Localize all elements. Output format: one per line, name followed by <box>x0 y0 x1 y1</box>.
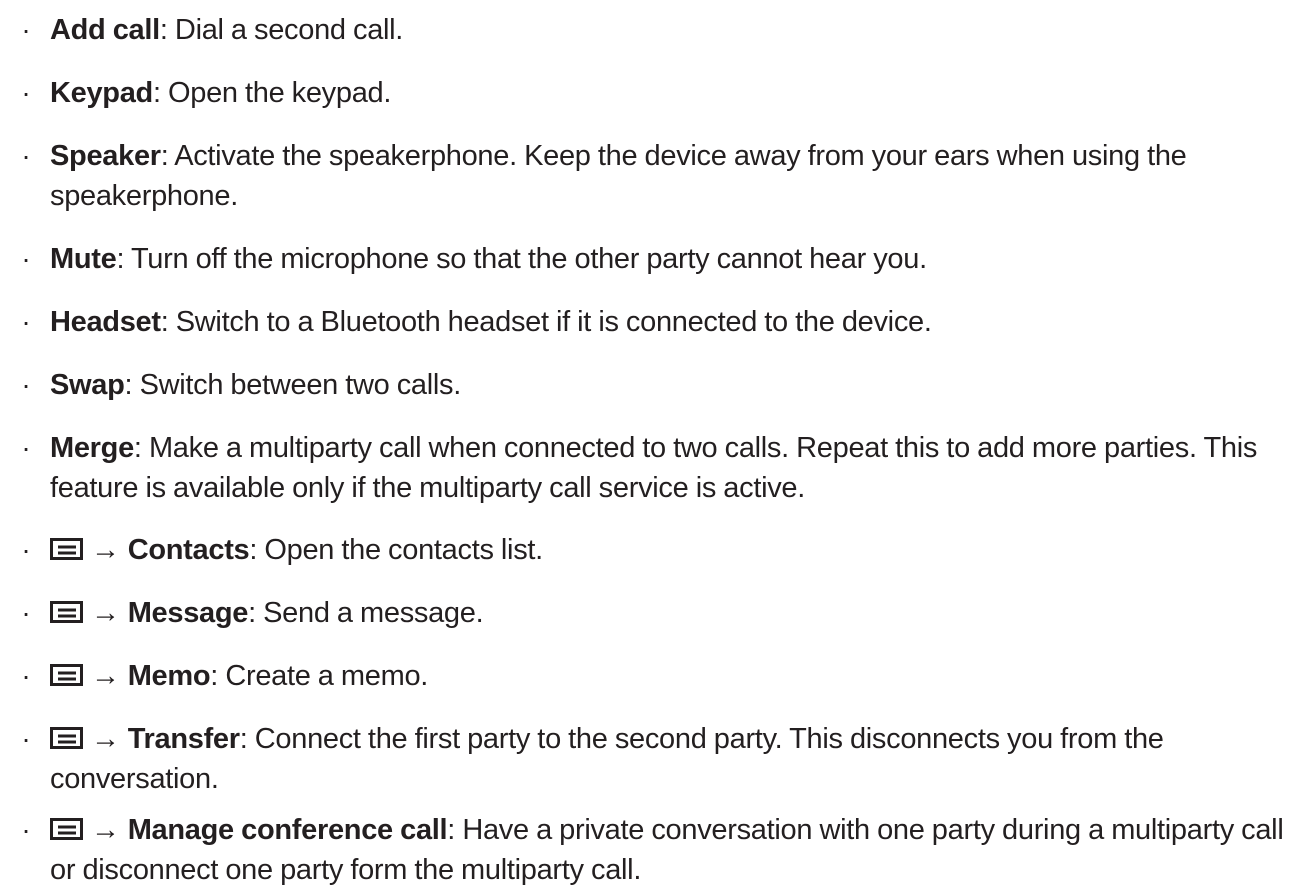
item-term: Headset <box>50 306 161 338</box>
bullet: · <box>21 814 31 845</box>
item-separator: : <box>133 432 149 464</box>
arrow-icon: → <box>91 660 120 692</box>
item-separator: : <box>160 140 175 172</box>
item-separator: : <box>124 369 140 401</box>
item-term: Swap <box>50 369 125 401</box>
item-description: Turn off the microphone so that the othe… <box>130 243 927 275</box>
item-separator: : <box>248 597 264 629</box>
item-separator: : <box>152 77 168 109</box>
item-separator: : <box>447 814 463 846</box>
item-term: Memo <box>127 660 211 692</box>
item-content: → Transfer: Connect the first party to th… <box>50 719 1288 799</box>
item-separator: : <box>116 243 131 275</box>
menu-key-icon <box>50 727 83 749</box>
menu-key-icon <box>50 818 83 840</box>
menu-key-icon <box>50 538 83 560</box>
item-description: Activate the speakerphone. Keep the devi… <box>50 140 1187 212</box>
item-description: Open the contacts list. <box>264 534 543 566</box>
item-description: Send a message. <box>263 597 484 629</box>
item-content: Headset: Switch to a Bluetooth headset i… <box>50 302 1288 342</box>
arrow-icon: → <box>91 597 120 629</box>
bullet: · <box>21 243 31 274</box>
item-content: Keypad: Open the keypad. <box>50 73 1288 113</box>
item-description: Switch to a Bluetooth headset if it is c… <box>175 306 932 338</box>
bullet: · <box>21 77 31 108</box>
item-content: Add call: Dial a second call. <box>50 10 1288 50</box>
item-separator: : <box>239 723 255 755</box>
arrow-icon: → <box>91 814 120 846</box>
bullet: · <box>21 140 31 171</box>
item-term: Merge <box>50 432 134 464</box>
bullet: · <box>21 14 31 45</box>
item-description: Create a memo. <box>225 660 429 692</box>
item-content: → Manage conference call: Have a private … <box>50 810 1288 890</box>
menu-key-icon <box>50 664 83 686</box>
item-content: Speaker: Activate the speakerphone. Keep… <box>50 136 1288 216</box>
bullet: · <box>21 597 31 628</box>
item-term: Message <box>127 597 249 629</box>
item-term: Keypad <box>50 77 153 109</box>
item-separator: : <box>159 14 175 46</box>
item-content: → Contacts: Open the contacts list. <box>50 530 1288 570</box>
bullet: · <box>21 432 31 463</box>
arrow-icon: → <box>91 534 120 566</box>
item-content: → Message: Send a message. <box>50 593 1288 633</box>
item-term: Speaker <box>50 140 161 172</box>
item-description: Open the keypad. <box>167 77 392 109</box>
item-description: Switch between two calls. <box>139 369 462 401</box>
item-separator: : <box>210 660 226 692</box>
menu-key-icon <box>50 601 83 623</box>
document-page: · Add call: Dial a second call. · Keypad… <box>0 0 1295 895</box>
arrow-icon: → <box>91 723 120 755</box>
bullet: · <box>21 369 31 400</box>
bullet: · <box>21 306 31 337</box>
item-content: Merge: Make a multiparty call when conne… <box>50 428 1288 508</box>
bullet: · <box>21 660 31 691</box>
item-separator: : <box>160 306 176 338</box>
item-term: Mute <box>50 243 117 275</box>
bullet: · <box>21 723 31 754</box>
bullet: · <box>21 534 31 565</box>
item-separator: : <box>249 534 265 566</box>
item-content: Mute: Turn off the microphone so that th… <box>50 239 1288 279</box>
item-term: Manage conference call <box>127 814 448 846</box>
item-content: → Memo: Create a memo. <box>50 656 1288 696</box>
item-description: Make a multiparty call when connected to… <box>50 432 1258 504</box>
item-term: Transfer <box>127 723 240 755</box>
item-term: Contacts <box>127 534 250 566</box>
item-description: Dial a second call. <box>174 14 404 46</box>
item-content: Swap: Switch between two calls. <box>50 365 1288 405</box>
item-term: Add call <box>50 14 160 46</box>
